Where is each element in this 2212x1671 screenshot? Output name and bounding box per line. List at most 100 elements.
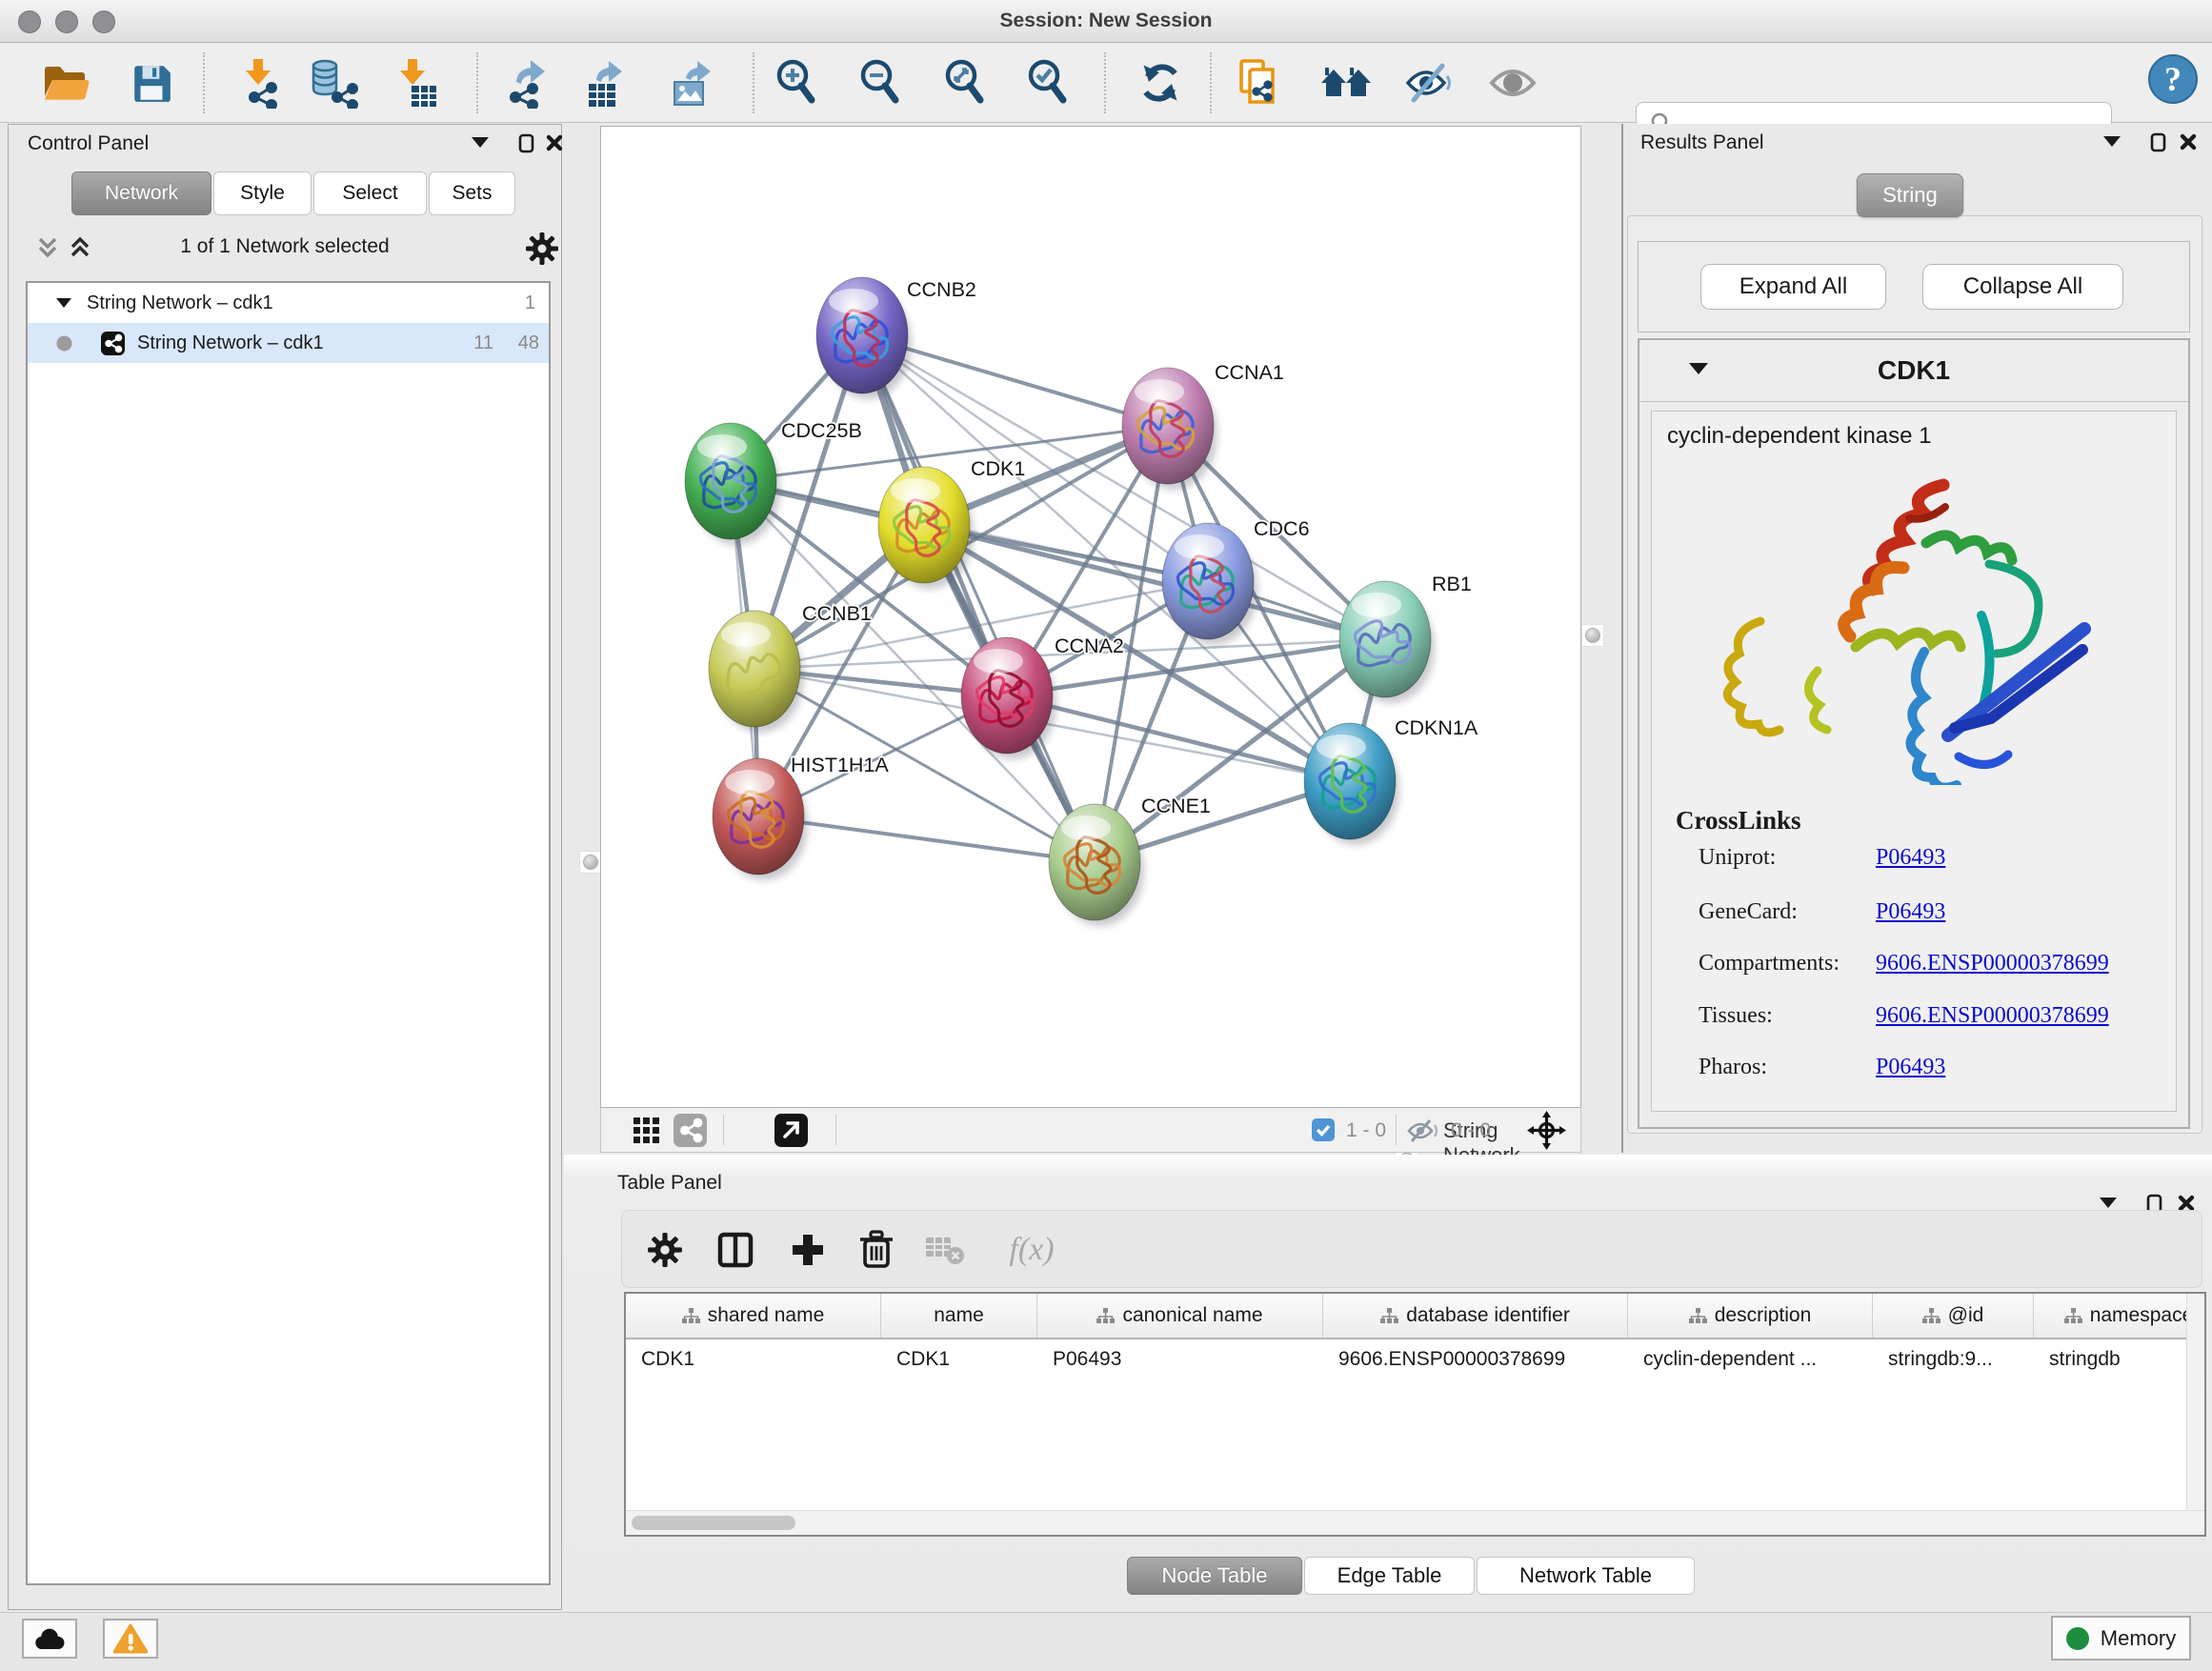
network-tree-child-row[interactable]: String Network – cdk1 11 48 xyxy=(28,323,549,363)
node-attribute-table[interactable]: shared namenamecanonical namedatabase id… xyxy=(624,1292,2206,1537)
column-header-sharedname[interactable]: shared name xyxy=(626,1294,881,1338)
control-panel-close-icon[interactable] xyxy=(540,129,569,157)
delete-column-trash-icon[interactable] xyxy=(855,1228,898,1272)
left-splitter-handle[interactable] xyxy=(579,851,602,874)
show-columns-icon[interactable] xyxy=(714,1228,757,1272)
zoom-selected-icon[interactable] xyxy=(1021,56,1075,110)
import-network-database-icon[interactable] xyxy=(309,56,362,110)
node-label-RB1: RB1 xyxy=(1432,573,1472,595)
table-cell[interactable]: P06493 xyxy=(1037,1339,1323,1379)
results-panel-menu-icon[interactable] xyxy=(2098,128,2126,156)
network-node-CDKN1A[interactable]: CDKN1A xyxy=(1304,716,1478,845)
network-tree-root-row[interactable]: String Network – cdk1 1 xyxy=(28,283,549,323)
column-tree-icon xyxy=(1689,1308,1707,1324)
selected-checkbox-icon[interactable] xyxy=(1312,1118,1335,1141)
network-edge-CCNB2-CCNE1[interactable] xyxy=(862,335,1095,862)
network-node-CCNE1[interactable]: CCNE1 xyxy=(1049,795,1211,926)
cloud-button[interactable] xyxy=(22,1619,77,1659)
network-view-canvas[interactable]: CCNB2CCNA1CDC25BCDK1CDC6RB1CCNB1CCNA2CDK… xyxy=(600,126,1581,1108)
scrollbar-thumb[interactable] xyxy=(632,1516,795,1530)
tab-network[interactable]: Network xyxy=(71,171,211,215)
tab-sets[interactable]: Sets xyxy=(429,171,515,215)
column-tree-icon xyxy=(682,1308,700,1324)
memory-label: Memory xyxy=(2101,1626,2176,1651)
open-in-new-icon[interactable] xyxy=(774,1114,808,1147)
crosslink-link[interactable]: P06493 xyxy=(1876,1055,1945,1080)
tab-network-table[interactable]: Network Table xyxy=(1477,1557,1695,1595)
warning-button[interactable] xyxy=(103,1619,158,1659)
center-view-crosshair-icon[interactable] xyxy=(1527,1111,1566,1150)
column-header-databaseidentifier[interactable]: database identifier xyxy=(1323,1294,1628,1338)
zoom-in-icon[interactable] xyxy=(770,56,823,110)
tree-expand-icon[interactable] xyxy=(56,298,71,309)
column-header-id[interactable]: @id xyxy=(1873,1294,2034,1338)
add-column-plus-icon[interactable] xyxy=(786,1228,830,1272)
network-node-RB1[interactable]: RB1 xyxy=(1339,573,1472,703)
expand-all-button[interactable]: Expand All xyxy=(1700,264,1886,310)
export-network-icon[interactable] xyxy=(501,56,554,110)
hidden-eye-slash-icon[interactable] xyxy=(1407,1118,1438,1143)
control-panel-float-icon[interactable] xyxy=(512,129,540,157)
column-tree-icon xyxy=(1096,1308,1115,1324)
table-cell[interactable]: stringdb:9... xyxy=(1873,1339,2034,1379)
import-table-file-icon[interactable] xyxy=(391,56,444,110)
table-cell[interactable]: CDK1 xyxy=(881,1339,1037,1379)
table-cell[interactable]: cyclin-dependent ... xyxy=(1628,1339,1873,1379)
column-header-label: namespace xyxy=(2090,1304,2194,1327)
share-view-icon[interactable] xyxy=(674,1114,707,1147)
crosslink-label: Tissues: xyxy=(1699,1003,1773,1029)
crosslink-link[interactable]: P06493 xyxy=(1876,845,1945,871)
column-header-description[interactable]: description xyxy=(1628,1294,1873,1338)
network-node-HIST1H1A[interactable]: HIST1H1A xyxy=(713,754,889,880)
help-icon[interactable]: ? xyxy=(2146,52,2200,106)
network-node-CCNA2[interactable]: CCNA2 xyxy=(961,634,1124,759)
crosslink-link[interactable]: 9606.ENSP00000378699 xyxy=(1876,951,2109,976)
results-button-box: Expand All Collapse All xyxy=(1638,241,2190,332)
toolbar-separator xyxy=(203,52,205,113)
collapse-all-button[interactable]: Collapse All xyxy=(1922,264,2123,310)
table-cell[interactable]: CDK1 xyxy=(626,1339,881,1379)
tab-node-table[interactable]: Node Table xyxy=(1127,1557,1302,1595)
right-splitter-handle[interactable] xyxy=(1581,624,1604,647)
table-cell[interactable]: 9606.ENSP00000378699 xyxy=(1323,1339,1628,1379)
zoom-out-icon[interactable] xyxy=(854,56,907,110)
column-header-canonicalname[interactable]: canonical name xyxy=(1037,1294,1323,1338)
table-vertical-scrollbar[interactable] xyxy=(2186,1294,2204,1511)
tab-style[interactable]: Style xyxy=(213,171,312,215)
refresh-view-icon[interactable] xyxy=(1134,56,1187,110)
memory-button[interactable]: Memory xyxy=(2051,1616,2191,1661)
network-options-gear-icon[interactable] xyxy=(525,232,559,266)
results-panel-float-icon[interactable] xyxy=(2143,128,2172,156)
table-settings-gear-icon[interactable] xyxy=(643,1228,687,1272)
results-panel-close-icon[interactable] xyxy=(2174,128,2202,156)
crosslink-label: Pharos: xyxy=(1699,1055,1767,1080)
gene-card-header[interactable]: CDK1 xyxy=(1639,340,2188,402)
import-network-file-icon[interactable] xyxy=(232,56,286,110)
string-network-graph[interactable]: CCNB2CCNA1CDC25BCDK1CDC6RB1CCNB1CCNA2CDK… xyxy=(601,127,1580,1107)
hide-items-eye-slash-icon[interactable] xyxy=(1402,56,1456,110)
column-header-namespace[interactable]: namespace xyxy=(2034,1294,2206,1338)
column-header-name[interactable]: name xyxy=(881,1294,1037,1338)
network-node-CCNA1[interactable]: CCNA1 xyxy=(1122,361,1284,490)
tab-edge-table[interactable]: Edge Table xyxy=(1304,1557,1475,1595)
show-items-eye-icon[interactable] xyxy=(1486,56,1539,110)
crosslink-link[interactable]: P06493 xyxy=(1876,899,1945,925)
open-session-icon[interactable] xyxy=(39,56,92,110)
table-cell[interactable]: stringdb xyxy=(2034,1339,2206,1379)
save-session-icon[interactable] xyxy=(125,56,178,110)
tab-string[interactable]: String xyxy=(1857,173,1963,217)
table-row[interactable]: CDK1CDK1P064939606.ENSP00000378699cyclin… xyxy=(626,1339,2206,1379)
crosslink-link[interactable]: 9606.ENSP00000378699 xyxy=(1876,1003,2109,1029)
export-table-icon[interactable] xyxy=(579,56,633,110)
control-panel-menu-icon[interactable] xyxy=(466,129,494,157)
network-node-CCNB2[interactable]: CCNB2 xyxy=(816,277,976,399)
table-horizontal-scrollbar[interactable] xyxy=(626,1510,2204,1535)
home-icon[interactable] xyxy=(1319,56,1373,110)
tab-select[interactable]: Select xyxy=(313,171,427,215)
grid-view-icon[interactable] xyxy=(633,1117,659,1143)
network-node-CCNB1[interactable]: CCNB1 xyxy=(709,602,872,733)
export-image-icon[interactable] xyxy=(667,56,720,110)
zoom-fit-icon[interactable] xyxy=(938,56,992,110)
network-edge-HIST1H1A-CCNE1[interactable] xyxy=(758,816,1095,862)
duplicate-network-icon[interactable] xyxy=(1234,56,1287,110)
